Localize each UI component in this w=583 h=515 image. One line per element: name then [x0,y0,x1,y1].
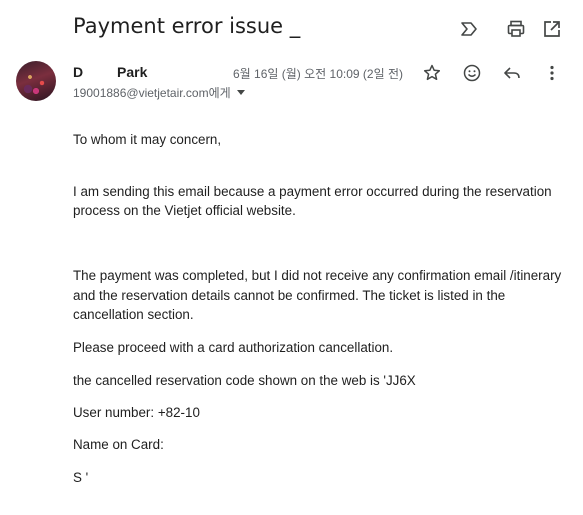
body-paragraph-2-line-2: and the reservation details cannot be co… [73,288,506,303]
body-paragraph-2-line-1: The payment was completed, but I did not… [73,268,562,283]
open-in-new-window-icon[interactable] [540,17,564,41]
body-name-on-card: Name on Card: [73,437,164,452]
print-icon[interactable] [504,17,528,41]
body-paragraph-4: the cancelled reservation code shown on … [73,373,416,388]
body-paragraph-1-line-1: I am sending this email because a paymen… [73,184,552,199]
label-icon[interactable] [457,17,481,41]
chevron-down-icon[interactable] [236,90,245,95]
body-greeting: To whom it may concern, [73,132,222,147]
star-icon[interactable] [420,61,444,85]
avatar[interactable] [16,61,56,101]
recipient-line[interactable]: 19001886@vietjetair.com에게 [73,84,245,101]
body-paragraph-1-line-2: process on the Vietjet official website. [73,203,296,218]
body-paragraph-2-line-3: cancellation section. [73,307,194,322]
email-subject: Payment error issue _ [73,14,301,38]
recipient-address: 19001886@vietjetair.com에게 [73,86,231,100]
body-paragraph-3: Please proceed with a card authorization… [73,340,394,355]
reply-icon[interactable] [500,61,524,85]
sender-last-name: Park [117,64,148,80]
emoji-icon[interactable] [460,61,484,85]
email-date: 6월 16일 (월) 오전 10:09 (2일 전) [233,67,403,81]
body-user-number: User number: +82-10 [73,405,200,420]
sender-name: D [73,64,84,80]
body-signature: S ' [73,470,89,485]
more-vert-icon[interactable] [540,61,564,85]
